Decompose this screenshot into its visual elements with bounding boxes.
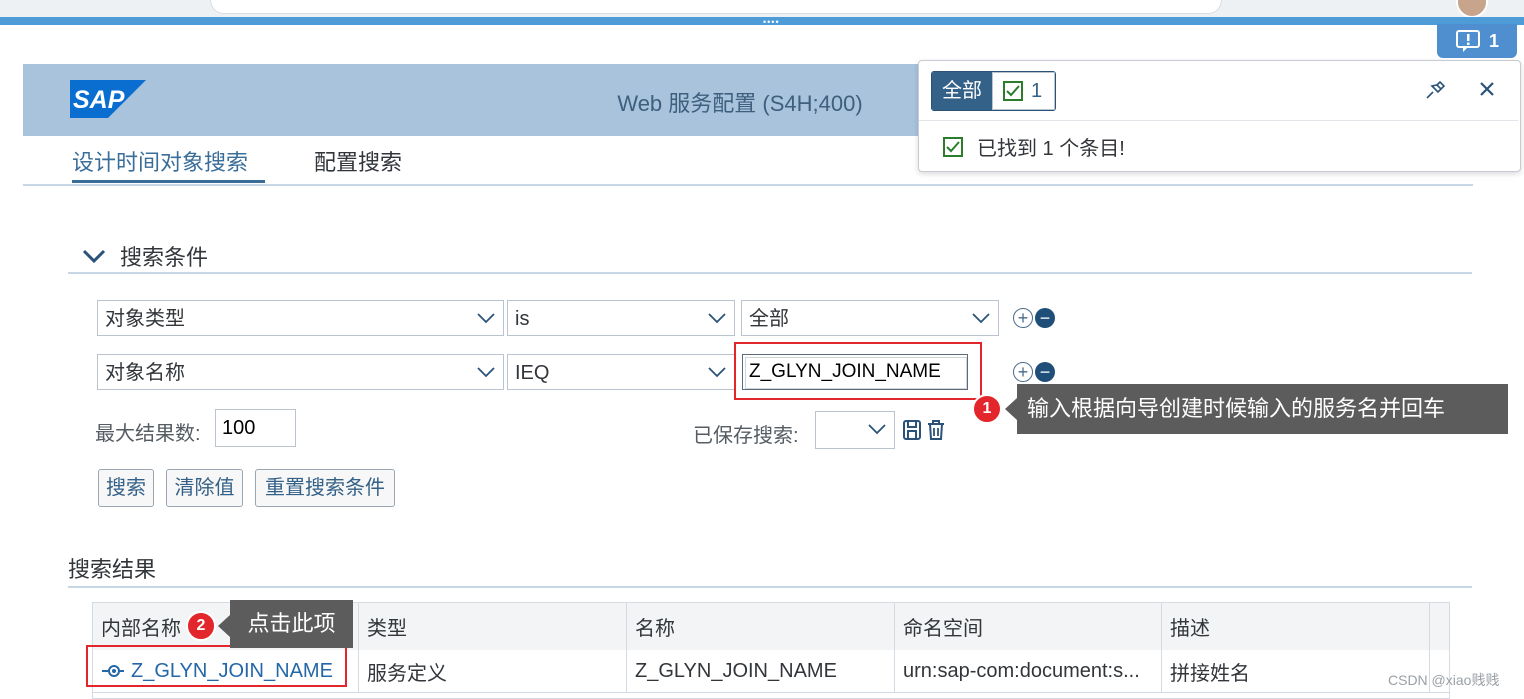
callout-arrow-1 <box>1005 398 1017 420</box>
criteria-field-select-2[interactable]: 对象名称 <box>97 354 504 390</box>
service-definition-icon <box>102 665 124 677</box>
tab-configuration-search[interactable]: 配置搜索 <box>314 145 402 177</box>
row-1-add-remove: + − <box>1013 308 1057 330</box>
top-accent-bar <box>0 17 1524 25</box>
pin-icon[interactable] <box>1424 80 1446 100</box>
chevron-down-icon <box>708 313 726 324</box>
callout-tooltip-1: 输入根据向导创建时候输入的服务名并回车 <box>1017 384 1508 434</box>
reset-criteria-button[interactable]: 重置搜索条件 <box>255 469 395 507</box>
notification-message: 已找到 1 个条目! <box>943 132 1125 161</box>
notification-count: 1 <box>1488 30 1499 51</box>
column-header-namespace[interactable]: 命名空间 <box>895 603 1162 650</box>
namespace-cell: urn:sap-com:document:s... <box>895 650 1162 692</box>
callout-badge-1: 1 <box>972 394 1002 424</box>
chevron-down-icon <box>972 313 990 324</box>
callout-tooltip-2: 点击此项 <box>230 600 353 648</box>
internal-name-link[interactable]: Z_GLYN_JOIN_NAME <box>131 660 333 683</box>
active-tab-indicator <box>72 180 265 183</box>
criteria-field-value: 对象类型 <box>105 308 185 330</box>
criteria-operator-value: is <box>515 308 530 330</box>
criteria-value-select-1[interactable]: 全部 <box>741 300 999 336</box>
table-row[interactable]: Z_GLYN_JOIN_NAME 服务定义 Z_GLYN_JOIN_NAME u… <box>93 650 1449 693</box>
notification-filter: 全部 1 <box>931 71 1057 111</box>
chevron-down-icon <box>708 367 726 378</box>
column-header-description[interactable]: 描述 <box>1162 603 1430 650</box>
message-alert-icon <box>1455 30 1480 52</box>
results-divider <box>68 586 1472 588</box>
saved-search-label: 已保存搜索: <box>693 425 799 447</box>
success-count: 1 <box>1031 80 1043 102</box>
criteria-operator-value: IEQ <box>515 362 550 384</box>
close-icon[interactable] <box>1478 80 1496 98</box>
criteria-field-select-1[interactable]: 对象类型 <box>97 300 504 336</box>
watermark: CSDN @xiao贱贱 <box>1388 672 1500 688</box>
notification-message-text: 已找到 1 个条目! <box>977 138 1125 160</box>
app-title: Web 服务配置 (S4H;400) <box>617 91 863 116</box>
section-divider <box>68 272 1472 274</box>
callout-badge-2: 2 <box>186 611 216 641</box>
delete-icon[interactable] <box>926 419 946 441</box>
add-row-icon[interactable]: + <box>1013 362 1033 382</box>
saved-search-select[interactable] <box>815 411 895 449</box>
chevron-down-icon <box>477 367 495 378</box>
remove-row-icon[interactable]: − <box>1035 308 1055 328</box>
add-row-icon[interactable]: + <box>1013 308 1033 328</box>
sap-logo: SAP <box>70 80 146 118</box>
column-header-type[interactable]: 类型 <box>359 603 627 650</box>
callout-arrow-2 <box>218 615 230 637</box>
criteria-field-value: 对象名称 <box>105 362 185 384</box>
save-icon[interactable] <box>902 419 922 441</box>
search-button[interactable]: 搜索 <box>98 469 154 507</box>
object-name-input[interactable]: Z_GLYN_JOIN_NAME <box>742 354 968 390</box>
internal-name-cell[interactable]: Z_GLYN_JOIN_NAME <box>93 650 359 692</box>
chevron-down-icon <box>868 424 886 435</box>
results-title: 搜索结果 <box>68 557 157 582</box>
filter-all-button[interactable]: 全部 <box>932 72 992 110</box>
popover-divider <box>919 120 1518 121</box>
row-2-add-remove: + − <box>1013 362 1057 384</box>
tab-design-time-object-search[interactable]: 设计时间对象搜索 <box>72 145 248 177</box>
svg-text:SAP: SAP <box>73 86 125 114</box>
checkbox-success-icon <box>1003 81 1023 101</box>
type-cell: 服务定义 <box>359 650 627 692</box>
name-cell: Z_GLYN_JOIN_NAME <box>627 650 895 692</box>
max-results-label: 最大结果数: <box>95 423 201 445</box>
clear-values-button[interactable]: 清除值 <box>166 469 243 507</box>
search-criteria-title: 搜索条件 <box>120 245 209 270</box>
criteria-operator-select-2[interactable]: IEQ <box>507 354 735 390</box>
max-results-input[interactable]: 100 <box>215 409 296 447</box>
chevron-down-icon <box>82 249 106 264</box>
remove-row-icon[interactable]: − <box>1035 362 1055 382</box>
filter-success-button[interactable]: 1 <box>992 72 1056 110</box>
criteria-operator-select-1[interactable]: is <box>507 300 735 336</box>
browser-address-bar[interactable] <box>210 0 1222 14</box>
search-criteria-header[interactable]: 搜索条件 <box>82 240 208 272</box>
notification-toggle-button[interactable]: 1 <box>1437 24 1517 58</box>
drag-handle-icon[interactable]: •••• <box>763 18 780 27</box>
checkbox-success-icon <box>943 136 963 157</box>
column-header-name[interactable]: 名称 <box>627 603 895 650</box>
chevron-down-icon <box>477 313 495 324</box>
criteria-value-text: 全部 <box>749 308 789 330</box>
